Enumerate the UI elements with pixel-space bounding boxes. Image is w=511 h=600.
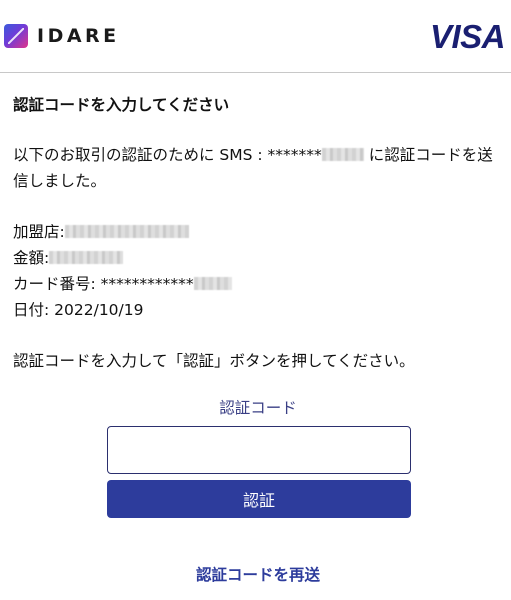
masked-merchant-name <box>64 225 189 238</box>
date-value: 2022/10/19 <box>54 301 144 319</box>
amount-row: 金額: <box>13 245 503 271</box>
masked-amount <box>49 251 124 264</box>
auth-code-input[interactable] <box>107 426 411 474</box>
merchant-row: 加盟店: <box>13 219 503 245</box>
authenticate-button[interactable]: 認証 <box>107 480 411 518</box>
brand-logo: IDARE <box>4 24 120 48</box>
page-title: 認証コードを入力してください <box>13 96 230 114</box>
idare-logo-icon <box>4 24 28 48</box>
header: IDARE VISA <box>0 0 511 73</box>
code-field-label: 認証コード <box>219 399 297 417</box>
amount-label: 金額: <box>13 249 50 267</box>
date-label: 日付: <box>13 301 55 319</box>
instruction-text: 認証コードを入力して「認証」ボタンを押してください。 <box>13 352 415 370</box>
sms-notice: 以下のお取引の認証のために SMS : ******* に認証コードを送信しまし… <box>13 142 503 194</box>
transaction-details: 加盟店: 金額: カード番号: ************ 日付: 2022/10… <box>13 219 503 323</box>
merchant-label: 加盟店: <box>13 223 65 241</box>
brand-name: IDARE <box>37 25 120 47</box>
sms-notice-text: 以下のお取引の認証のために SMS : ******* <box>13 146 322 164</box>
masked-phone-number <box>321 148 364 161</box>
date-row: 日付: 2022/10/19 <box>13 297 503 323</box>
card-number-label: カード番号: ************ <box>13 275 194 293</box>
main-content: 認証コードを入力してください 以下のお取引の認証のために SMS : *****… <box>13 93 503 374</box>
masked-card-digits <box>193 277 232 290</box>
resend-code-link[interactable]: 認証コードを再送 <box>0 563 511 585</box>
visa-logo: VISA <box>429 18 506 55</box>
card-number-row: カード番号: ************ <box>13 271 503 297</box>
